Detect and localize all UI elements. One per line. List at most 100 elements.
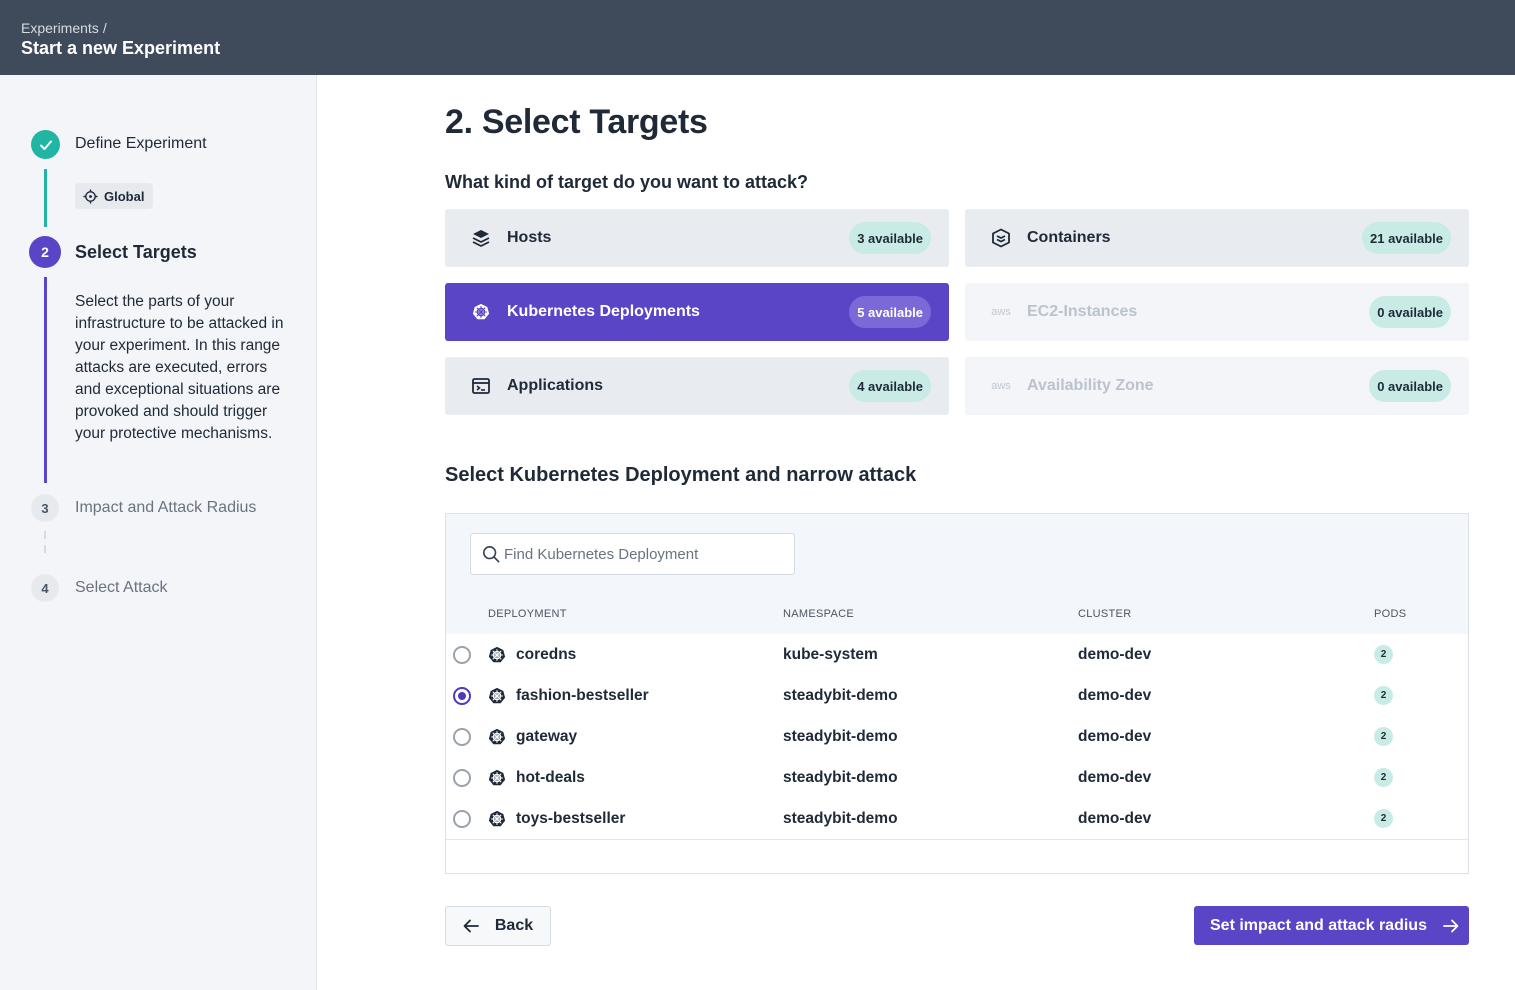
- pods-badge: 2: [1374, 809, 1393, 828]
- breadcrumb-separator: /: [102, 20, 107, 36]
- kubernetes-icon: [488, 757, 506, 798]
- row-radio[interactable]: [453, 634, 471, 675]
- breadcrumb: Experiments /: [21, 20, 107, 36]
- next-button-label: Set impact and attack radius: [1210, 916, 1427, 934]
- step-description: Select the parts of your infrastructure …: [75, 293, 284, 442]
- crosshair-icon: [83, 188, 98, 204]
- container-icon: [991, 228, 1011, 248]
- step-connector: [44, 169, 47, 227]
- row-radio[interactable]: [453, 757, 471, 798]
- arrow-right-icon: [1443, 919, 1459, 933]
- target-type-containers[interactable]: Containers 21 available: [965, 209, 1469, 267]
- step-impact-radius[interactable]: Impact and Attack Radius: [75, 499, 256, 517]
- available-count-badge: 3 available: [849, 222, 931, 254]
- namespace-value: kube-system: [783, 645, 878, 663]
- kubernetes-icon: [488, 675, 506, 716]
- top-header: Experiments / Start a new Experiment: [0, 0, 1515, 75]
- cluster-value: demo-dev: [1078, 768, 1152, 786]
- target-type-applications[interactable]: Applications 4 available: [445, 357, 949, 415]
- step-4-number: 4: [31, 574, 59, 602]
- table-row[interactable]: fashion-bestseller steadybit-demo demo-d…: [446, 675, 1468, 716]
- available-count-badge: 4 available: [849, 370, 931, 402]
- table-footer: [446, 840, 1468, 873]
- cluster-value: demo-dev: [1078, 727, 1152, 745]
- application-icon: [471, 376, 491, 396]
- target-type-ec2-instances: aws EC2-Instances 0 available: [965, 283, 1469, 341]
- target-type-label: Hosts: [507, 229, 552, 246]
- target-type-label: Availability Zone: [1027, 377, 1154, 394]
- kubernetes-icon: [488, 634, 506, 675]
- pods-badge: 2: [1374, 727, 1393, 746]
- row-radio[interactable]: [453, 798, 471, 839]
- table-row[interactable]: hot-deals steadybit-demo demo-dev 2: [446, 757, 1468, 798]
- namespace-value: steadybit-demo: [783, 768, 898, 786]
- column-header-pods[interactable]: PODS: [1374, 608, 1406, 620]
- step-define-experiment[interactable]: Define Experiment: [75, 135, 207, 153]
- column-header-namespace[interactable]: NAMESPACE: [783, 608, 854, 620]
- pods-count: 2: [1374, 757, 1393, 798]
- target-type-hosts[interactable]: Hosts 3 available: [445, 209, 949, 267]
- step-2-number: 2: [29, 236, 61, 268]
- pods-count: 2: [1374, 634, 1393, 675]
- pods-count: 2: [1374, 798, 1393, 839]
- namespace-value: steadybit-demo: [783, 809, 898, 827]
- pods-badge: 2: [1374, 645, 1393, 664]
- step-1-done-icon: [31, 130, 60, 159]
- section-heading: 2. Select Targets: [445, 103, 708, 141]
- kubernetes-icon: [471, 302, 491, 322]
- target-type-kubernetes-deployments[interactable]: Kubernetes Deployments 5 available: [445, 283, 949, 341]
- back-button[interactable]: Back: [445, 906, 551, 946]
- table-row[interactable]: toys-bestseller steadybit-demo demo-dev …: [446, 798, 1468, 839]
- page-title: Start a new Experiment: [21, 38, 221, 58]
- pods-badge: 2: [1374, 768, 1393, 787]
- deployment-name: coredns: [516, 645, 577, 663]
- environment-chip-label: Global: [104, 188, 145, 204]
- main-content: 2. Select Targets What kind of target do…: [318, 75, 1515, 990]
- set-impact-radius-button[interactable]: Set impact and attack radius: [1194, 906, 1469, 945]
- column-header-cluster[interactable]: CLUSTER: [1078, 608, 1131, 620]
- pods-count: 2: [1374, 675, 1393, 716]
- pods-badge: 2: [1374, 686, 1393, 705]
- breadcrumb-experiments-link[interactable]: Experiments: [21, 20, 99, 36]
- step-connector: [44, 277, 47, 483]
- arrow-left-icon: [463, 919, 479, 933]
- environment-chip: Global: [75, 183, 154, 209]
- deployment-section-title: Select Kubernetes Deployment and narrow …: [445, 464, 917, 486]
- table-row[interactable]: gateway steadybit-demo demo-dev 2: [446, 716, 1468, 757]
- column-header-deployment[interactable]: DEPLOYMENT: [488, 608, 567, 620]
- target-type-label: Containers: [1027, 229, 1111, 246]
- deployment-selection-panel: DEPLOYMENT NAMESPACE CLUSTER PODS coredn…: [445, 513, 1469, 874]
- step-3-number: 3: [31, 494, 59, 522]
- deployment-name: fashion-bestseller: [516, 686, 649, 704]
- cluster-value: demo-dev: [1078, 686, 1152, 704]
- row-radio[interactable]: [453, 675, 471, 716]
- step-select-attack[interactable]: Select Attack: [75, 579, 168, 597]
- kubernetes-icon: [488, 798, 506, 839]
- aws-icon: aws: [991, 306, 1011, 318]
- namespace-value: steadybit-demo: [783, 727, 898, 745]
- target-question: What kind of target do you want to attac…: [445, 172, 809, 192]
- deployment-name: hot-deals: [516, 768, 585, 786]
- wizard-stepper: Define Experiment Global 2 Select Target…: [0, 75, 317, 990]
- step-connector: [44, 531, 46, 557]
- deployment-table-body: coredns kube-system demo-dev 2 fashion-b…: [446, 634, 1468, 840]
- available-count-badge: 21 available: [1362, 222, 1451, 254]
- table-header: DEPLOYMENT NAMESPACE CLUSTER PODS: [446, 608, 1468, 634]
- row-radio[interactable]: [453, 716, 471, 757]
- target-type-availability-zone: aws Availability Zone 0 available: [965, 357, 1469, 415]
- cluster-value: demo-dev: [1078, 645, 1152, 663]
- search-box: [470, 533, 795, 575]
- available-count-badge: 0 available: [1369, 370, 1451, 402]
- cluster-value: demo-dev: [1078, 809, 1152, 827]
- step-select-targets[interactable]: Select Targets: [75, 242, 197, 263]
- search-input[interactable]: [504, 545, 784, 563]
- table-row[interactable]: coredns kube-system demo-dev 2: [446, 634, 1468, 675]
- available-count-badge: 5 available: [849, 296, 931, 328]
- target-type-label: EC2-Instances: [1027, 303, 1138, 320]
- back-button-label: Back: [494, 917, 534, 934]
- deployment-name: toys-bestseller: [516, 809, 626, 827]
- target-type-label: Kubernetes Deployments: [507, 303, 700, 320]
- available-count-badge: 0 available: [1369, 296, 1451, 328]
- aws-icon: aws: [991, 380, 1011, 392]
- search-icon: [482, 545, 500, 563]
